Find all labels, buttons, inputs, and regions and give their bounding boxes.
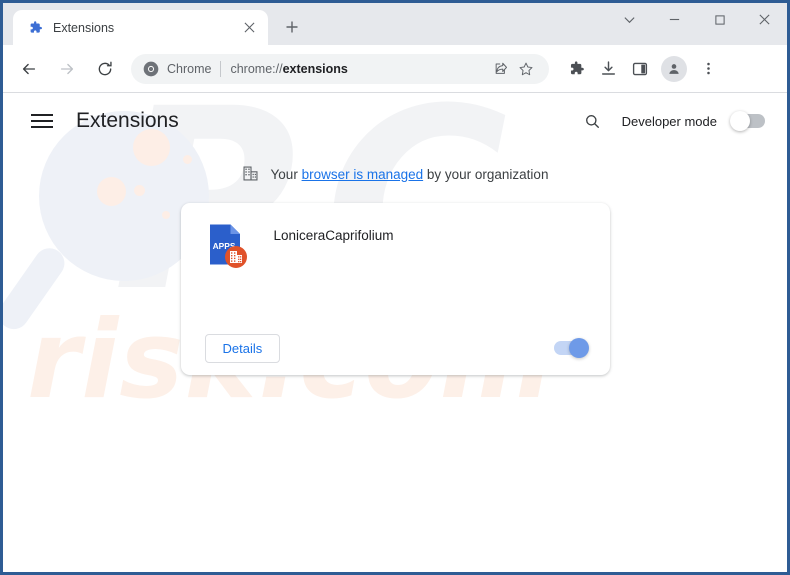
chrome-logo-icon — [143, 61, 159, 77]
toolbar-icons — [559, 54, 723, 84]
puzzle-piece-icon — [27, 20, 43, 36]
extension-card: APPS LoniceraCaprifolium Details — [180, 203, 610, 375]
page-title: Extensions — [76, 109, 179, 132]
back-button[interactable] — [13, 53, 45, 85]
page-header: Extensions Developer mode — [3, 93, 787, 149]
search-icon[interactable] — [582, 110, 604, 132]
omnibox-actions — [487, 56, 539, 82]
omnibox-divider — [220, 60, 222, 77]
chrome-menu-icon[interactable] — [693, 54, 723, 84]
star-icon[interactable] — [513, 56, 539, 82]
developer-mode-toggle[interactable] — [730, 111, 765, 131]
reload-button[interactable] — [89, 53, 121, 85]
omnibox[interactable]: Chrome chrome://extensions — [131, 53, 549, 84]
tab-extensions[interactable]: Extensions — [13, 10, 268, 45]
extension-enable-toggle-wrap — [553, 338, 589, 358]
chevron-down-icon[interactable] — [607, 3, 652, 36]
managed-text-suffix: by your organization — [423, 166, 549, 182]
header-actions: Developer mode — [582, 110, 765, 132]
omnibox-url-emphasis: extensions — [282, 61, 348, 76]
extension-card-bottom: Details — [181, 321, 610, 375]
minimize-icon[interactable] — [652, 3, 697, 36]
developer-mode-label: Developer mode — [621, 113, 717, 129]
share-icon[interactable] — [487, 56, 513, 82]
managed-text-prefix: Your — [270, 166, 302, 182]
extension-card-top: APPS LoniceraCaprifolium — [181, 203, 610, 268]
new-tab-button[interactable] — [278, 13, 306, 41]
tab-strip: Extensions — [3, 3, 787, 45]
toggle-knob — [730, 111, 750, 131]
tab-title: Extensions — [53, 20, 115, 35]
close-icon[interactable] — [240, 19, 258, 37]
omnibox-url: chrome://extensions — [230, 62, 347, 76]
browser-managed-link[interactable]: browser is managed — [302, 167, 424, 182]
maximize-icon[interactable] — [697, 3, 742, 36]
extensions-grid: APPS LoniceraCaprifolium Details — [3, 203, 787, 375]
toggle-knob — [568, 338, 589, 358]
downloads-icon[interactable] — [593, 54, 623, 84]
watermark-dot — [183, 155, 192, 164]
browser-toolbar: Chrome chrome://extensions — [3, 45, 787, 93]
omnibox-scheme-label: Chrome — [167, 61, 212, 76]
browser-window: Extensions Chrome chrome://extensions Ex… — [0, 0, 790, 575]
watermark-dot — [134, 185, 145, 196]
extensions-page: PC risk.com Extensions Developer mode — [3, 93, 787, 572]
apps-document-icon: APPS — [207, 223, 247, 268]
extensions-icon[interactable] — [561, 54, 591, 84]
details-button[interactable]: Details — [204, 333, 281, 363]
extension-name: LoniceraCaprifolium — [273, 228, 394, 243]
enterprise-building-badge — [224, 246, 247, 268]
close-icon[interactable] — [742, 3, 787, 36]
forward-button[interactable] — [51, 53, 83, 85]
profile-avatar[interactable] — [661, 55, 687, 82]
hamburger-menu-icon[interactable] — [31, 110, 53, 132]
omnibox-url-prefix: chrome:// — [230, 61, 283, 76]
managed-text: Your browser is managed by your organiza… — [271, 167, 549, 182]
window-controls — [607, 3, 787, 36]
extension-enable-toggle[interactable] — [553, 338, 589, 358]
managed-banner: Your browser is managed by your organiza… — [3, 165, 787, 183]
enterprise-building-icon — [242, 165, 260, 183]
side-panel-icon[interactable] — [625, 54, 655, 84]
